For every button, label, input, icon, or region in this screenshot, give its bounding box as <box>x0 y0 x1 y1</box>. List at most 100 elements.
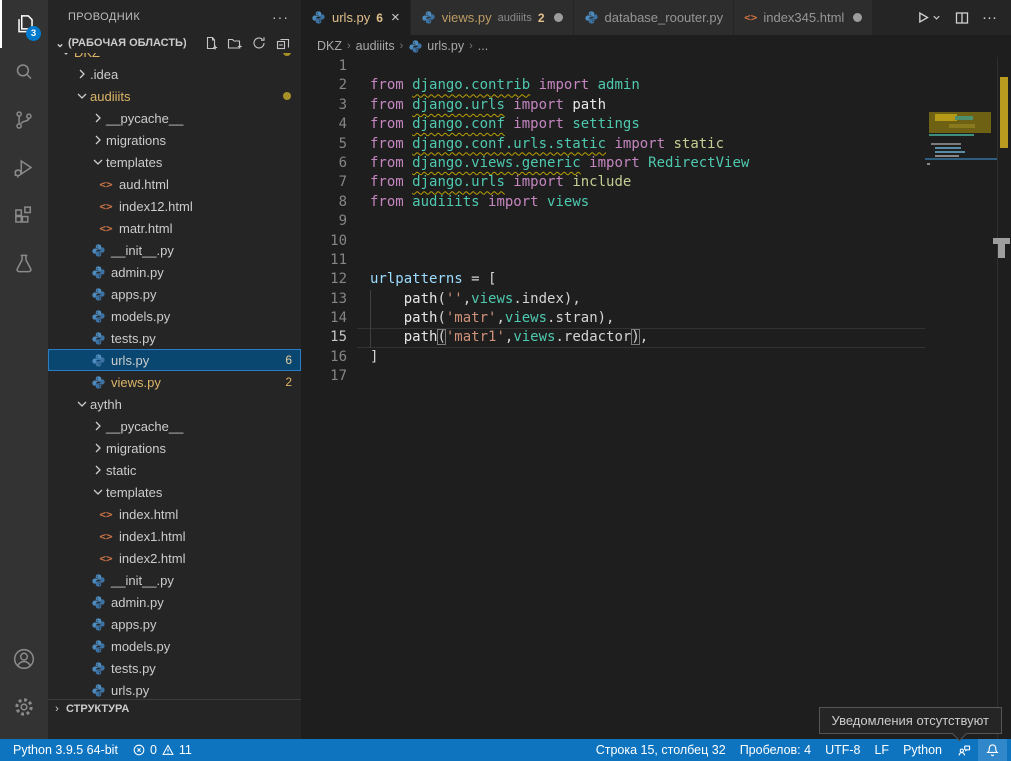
tree-item-label: templates <box>106 485 162 500</box>
outline-section-header[interactable]: › СТРУКТУРА <box>48 700 301 717</box>
tree-item-label: models.py <box>111 309 170 324</box>
code-token: import <box>505 116 572 132</box>
activity-run-debug[interactable] <box>0 144 48 192</box>
code-line-1[interactable] <box>357 57 925 76</box>
tree-item-templates[interactable]: templates <box>48 151 301 173</box>
tab-database-roouter-py[interactable]: database_roouter.py <box>574 0 735 35</box>
line-number: 14 <box>301 309 347 328</box>
code-line-7[interactable]: from django.urls import include <box>357 173 925 192</box>
eol-setting[interactable]: LF <box>867 739 896 761</box>
activity-source-control[interactable] <box>0 96 48 144</box>
python-file-icon <box>90 617 106 632</box>
tree-item-templates[interactable]: templates <box>48 481 301 503</box>
new-file-icon[interactable] <box>203 35 219 51</box>
tree-item-index12-html[interactable]: <>index12.html <box>48 195 301 217</box>
language-mode[interactable]: Python <box>896 739 949 761</box>
notifications-bell[interactable] <box>978 739 1007 761</box>
file-tree: DKZ.ideaaudiiits__pycache__migrationstem… <box>48 53 301 700</box>
code-line-14[interactable]: path('matr',views.stran), <box>357 309 925 328</box>
activity-account[interactable] <box>0 635 48 683</box>
tree-item-static[interactable]: static <box>48 459 301 481</box>
tree-item-admin-py[interactable]: admin.py <box>48 261 301 283</box>
code-line-2[interactable]: from django.contrib import admin <box>357 76 925 95</box>
tree-item-audiiits[interactable]: audiiits <box>48 85 301 107</box>
tree-item-tests-py[interactable]: tests.py <box>48 657 301 679</box>
new-folder-icon[interactable] <box>227 35 243 51</box>
tree-item-views-py[interactable]: views.py2 <box>48 371 301 393</box>
scrollbar-handle-stem[interactable] <box>998 244 1005 258</box>
code-line-12[interactable]: urlpatterns = [ <box>357 270 925 289</box>
code-line-5[interactable]: from django.conf.urls.static import stat… <box>357 135 925 154</box>
tree-item-index1-html[interactable]: <>index1.html <box>48 525 301 547</box>
code-line-15[interactable]: path('matr1',views.redactor), <box>357 328 925 347</box>
explorer-sidebar: ПРОВОДНИК ··· ⌄ (РАБОЧАЯ ОБЛАСТЬ) ... <box>48 0 301 739</box>
code-line-8[interactable]: from audiiits import views <box>357 193 925 212</box>
code-line-16[interactable]: ] <box>357 348 925 367</box>
breadcrumb-item-DKZ[interactable]: DKZ <box>317 39 342 53</box>
activity-explorer[interactable]: 3 <box>0 0 48 48</box>
code-line-13[interactable]: path('',views.index), <box>357 290 925 309</box>
tree-item-tests-py[interactable]: tests.py <box>48 327 301 349</box>
tree-item-aythh[interactable]: aythh <box>48 393 301 415</box>
code-token: path <box>572 97 606 113</box>
indentation-setting[interactable]: Пробелов: 4 <box>733 739 818 761</box>
breadcrumb-item-urls-py[interactable]: urls.py <box>408 39 464 54</box>
html-file-icon: <> <box>98 552 114 565</box>
tree-item--pycache-[interactable]: __pycache__ <box>48 107 301 129</box>
code-line-3[interactable]: from django.urls import path <box>357 96 925 115</box>
tab-index345-html[interactable]: <>index345.html <box>734 0 873 35</box>
tree-item-apps-py[interactable]: apps.py <box>48 283 301 305</box>
cursor-position[interactable]: Строка 15, столбец 32 <box>589 739 733 761</box>
activity-search[interactable] <box>0 48 48 96</box>
more-actions-icon[interactable]: ··· <box>982 9 997 26</box>
code-line-11[interactable] <box>357 251 925 270</box>
code-line-17[interactable] <box>357 367 925 386</box>
breadcrumb-item--[interactable]: ... <box>478 39 488 53</box>
code-line-4[interactable]: from django.conf import settings <box>357 115 925 134</box>
code-line-6[interactable]: from django.views.generic import Redirec… <box>357 154 925 173</box>
tab-urls-py[interactable]: urls.py6× <box>301 0 411 35</box>
tree-item-aud-html[interactable]: <>aud.html <box>48 173 301 195</box>
activity-testing[interactable] <box>0 240 48 288</box>
activity-settings[interactable] <box>0 683 48 731</box>
tree-item-index2-html[interactable]: <>index2.html <box>48 547 301 569</box>
code-token: 'matr1' <box>446 329 505 345</box>
problems-indicator[interactable]: 0 11 <box>125 739 199 761</box>
tree-item-matr-html[interactable]: <>matr.html <box>48 217 301 239</box>
code-editor[interactable]: 1234567891011121314151617 from django.co… <box>301 57 1011 739</box>
tab-views-py[interactable]: views.pyaudiiits2 <box>411 0 574 35</box>
sidebar-more-actions[interactable]: ··· <box>272 9 289 25</box>
code-line-10[interactable] <box>357 232 925 251</box>
python-interpreter[interactable]: Python 3.9.5 64-bit <box>6 739 125 761</box>
code-token: path <box>404 310 438 326</box>
encoding-setting[interactable]: UTF-8 <box>818 739 867 761</box>
tree-item-admin-py[interactable]: admin.py <box>48 591 301 613</box>
close-tab-icon[interactable]: × <box>391 10 400 25</box>
code-line-9[interactable] <box>357 212 925 231</box>
python-file-icon <box>90 573 106 588</box>
tree-item-migrations[interactable]: migrations <box>48 437 301 459</box>
tree-item-models-py[interactable]: models.py <box>48 635 301 657</box>
tree-item-DKZ[interactable]: DKZ <box>48 53 301 63</box>
tree-item--init-py[interactable]: __init__.py <box>48 569 301 591</box>
tree-item-label: migrations <box>106 441 166 456</box>
tree-item-urls-py[interactable]: urls.py6 <box>48 349 301 371</box>
minimap[interactable] <box>925 112 997 739</box>
code-token <box>370 310 404 326</box>
tree-item-urls-py[interactable]: urls.py <box>48 679 301 700</box>
tree-item-models-py[interactable]: models.py <box>48 305 301 327</box>
tree-item--idea[interactable]: .idea <box>48 63 301 85</box>
tree-item--init-py[interactable]: __init__.py <box>48 239 301 261</box>
tree-item--pycache-[interactable]: __pycache__ <box>48 415 301 437</box>
activity-extensions[interactable] <box>0 192 48 240</box>
feedback-button[interactable] <box>949 739 978 761</box>
collapse-all-icon[interactable] <box>275 35 291 51</box>
refresh-icon[interactable] <box>251 35 267 51</box>
workspace-section-header[interactable]: ⌄ (РАБОЧАЯ ОБЛАСТЬ) ... <box>48 33 301 53</box>
split-editor-icon[interactable] <box>954 10 970 26</box>
tree-item-apps-py[interactable]: apps.py <box>48 613 301 635</box>
run-button[interactable] <box>914 9 942 26</box>
breadcrumb-item-audiiits[interactable]: audiiits <box>356 39 395 53</box>
tree-item-migrations[interactable]: migrations <box>48 129 301 151</box>
tree-item-index-html[interactable]: <>index.html <box>48 503 301 525</box>
